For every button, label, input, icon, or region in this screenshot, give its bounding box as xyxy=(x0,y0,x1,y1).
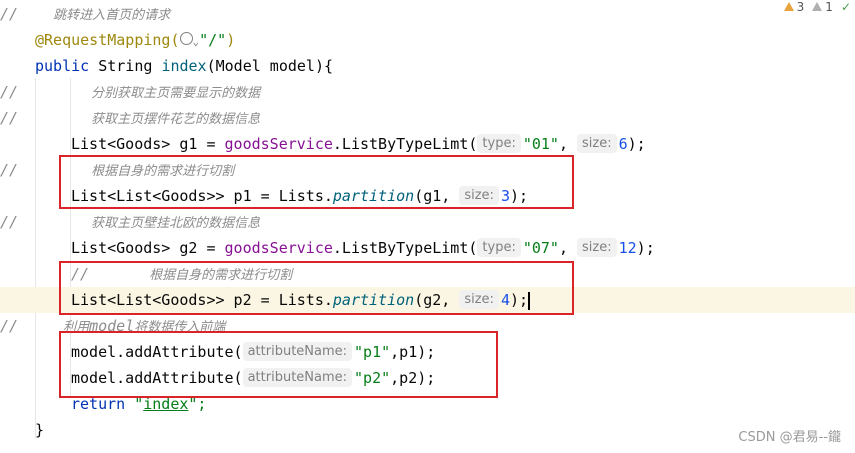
parameter-hint: size: xyxy=(577,134,617,153)
code-line-17[interactable]: } xyxy=(0,417,855,443)
globe-icon[interactable] xyxy=(179,32,193,45)
parameter-hint: size: xyxy=(577,238,617,257)
code-line-10[interactable]: List<Goods> g2 = goodsService.ListByType… xyxy=(0,235,855,261)
highlight-box xyxy=(59,155,574,209)
code-line-3[interactable]: public String index(Model model){ xyxy=(0,53,855,79)
parameter-hint: type: xyxy=(477,134,521,153)
highlight-box xyxy=(59,261,574,315)
code-line-4[interactable]: //分别获取主页需要显示的数据 xyxy=(0,79,855,105)
code-editor[interactable]: 3 1 ✓ //跳转进入首页的请求 @RequestMapping(⌄"/") … xyxy=(0,0,855,453)
parameter-hint: type: xyxy=(477,238,521,257)
code-line-6[interactable]: List<Goods> g1 = goodsService.ListByType… xyxy=(0,131,855,157)
code-line-5[interactable]: //获取主页摆件花艺的数据信息 xyxy=(0,105,855,131)
highlight-box xyxy=(59,331,498,398)
code-line-9[interactable]: //获取主页壁挂北欧的数据信息 xyxy=(0,209,855,235)
code-line-2[interactable]: @RequestMapping(⌄"/") xyxy=(0,27,855,53)
code-line-1[interactable]: //跳转进入首页的请求 xyxy=(0,1,855,27)
watermark: CSDN @君易--鑨 xyxy=(738,430,841,445)
